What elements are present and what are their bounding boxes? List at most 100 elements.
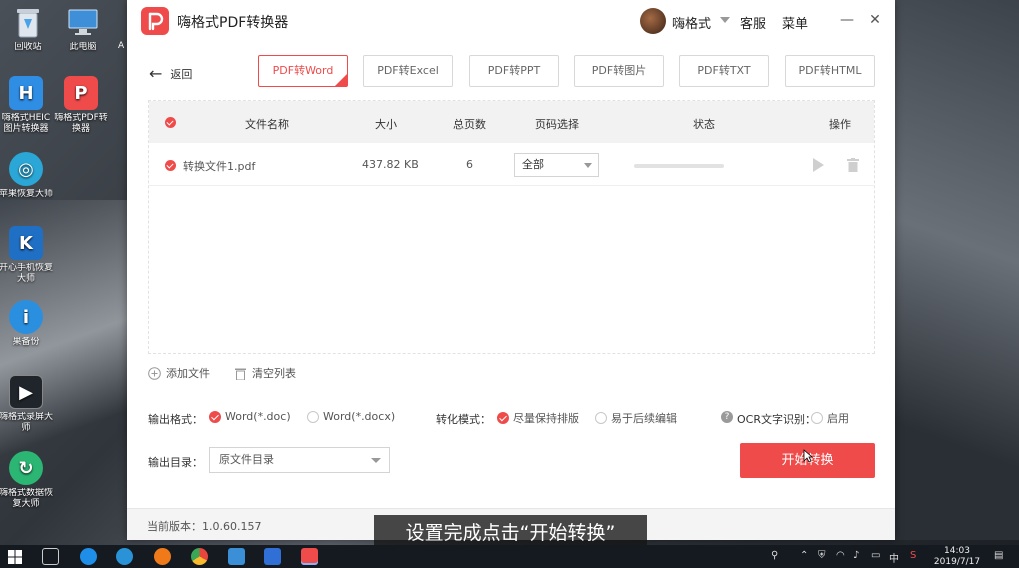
desktop-icon-label: 嗨格式PDF转换器: [54, 113, 108, 134]
plus-circle-icon: [148, 366, 161, 380]
tab-pdf-to-ppt[interactable]: PDF转PPT: [469, 55, 559, 87]
radio-dot: [811, 412, 823, 424]
app-title: 嗨格式PDF转换器: [177, 15, 289, 31]
page-range-select[interactable]: 全部: [514, 153, 599, 177]
edge-browser-icon[interactable]: [80, 548, 97, 565]
pdf-converter-icon: P: [64, 76, 98, 110]
apple-recovery-icon: ◎: [9, 152, 43, 186]
ocr-label: OCR文字识别：: [737, 413, 816, 426]
desktop-icon-phone-recovery[interactable]: K 开心手机恢复大师: [0, 226, 54, 285]
format-doc-radio[interactable]: Word(*.doc): [209, 410, 291, 423]
battery-icon[interactable]: ▭: [871, 550, 880, 561]
radio-dot: [595, 412, 607, 424]
file-name: 转换文件1.pdf: [183, 160, 256, 173]
mode-keep-layout-radio[interactable]: 尽量保持排版: [497, 410, 579, 426]
volume-icon[interactable]: ♪: [853, 550, 859, 561]
tab-pdf-to-html[interactable]: PDF转HTML: [785, 55, 875, 87]
tab-pdf-to-excel[interactable]: PDF转Excel: [363, 55, 453, 87]
trash-icon[interactable]: [847, 158, 859, 172]
desktop-icon-backup[interactable]: i 果备份: [0, 300, 54, 359]
clear-list-label: 清空列表: [252, 367, 296, 380]
network-app-icon[interactable]: [228, 548, 245, 565]
column-header-status: 状态: [693, 118, 715, 131]
desktop-icon-label: 苹果恢复大师: [0, 189, 53, 199]
username[interactable]: 嗨格式: [672, 13, 711, 32]
search-app-icon[interactable]: [116, 548, 133, 565]
output-format-label: 输出格式：: [148, 413, 203, 426]
file-size: 437.82 KB: [362, 158, 419, 171]
firefox-icon[interactable]: [154, 548, 171, 565]
tab-pdf-to-txt[interactable]: PDF转TXT: [679, 55, 769, 87]
desktop-icon-data-recovery[interactable]: ↻ 嗨格式数据恢复大师: [0, 451, 54, 510]
tab-label: PDF转图片: [591, 64, 647, 77]
desktop-icon-apple-recovery[interactable]: ◎ 苹果恢复大师: [0, 152, 54, 211]
radio-dot: [209, 410, 221, 423]
avatar[interactable]: [640, 8, 666, 34]
desktop-icon-screen-recorder[interactable]: ▶ 嗨格式录屏大师: [0, 375, 54, 434]
desktop-icon-recycle-bin[interactable]: 回收站: [0, 5, 56, 64]
ime-indicator[interactable]: 中: [889, 550, 899, 565]
arrow-left-icon: ←: [149, 64, 163, 83]
wps-icon[interactable]: [264, 548, 281, 565]
output-dir-select[interactable]: 原文件目录: [209, 447, 390, 473]
desktop-icon-this-pc[interactable]: 此电脑: [55, 5, 111, 64]
desktop-icon-label: 果备份: [12, 337, 40, 347]
notification-icon[interactable]: ▤: [994, 550, 1003, 561]
chevron-down-icon: [371, 458, 381, 463]
tab-label: PDF转PPT: [487, 64, 541, 77]
people-icon[interactable]: ⚲: [771, 550, 778, 561]
chevron-down-icon[interactable]: [720, 17, 730, 23]
wifi-icon[interactable]: ◠: [836, 550, 845, 561]
desktop-icon-label: 嗨格式HEIC图片转换器: [1, 113, 51, 134]
add-file-label: 添加文件: [166, 367, 210, 380]
shield-icon[interactable]: ⛨: [818, 550, 826, 561]
play-icon[interactable]: [813, 158, 824, 172]
chevron-up-icon[interactable]: ⌃: [800, 550, 808, 561]
task-view-icon[interactable]: [42, 548, 59, 565]
add-file-button[interactable]: 添加文件: [148, 365, 210, 381]
table-header: 文件名称 大小 总页数 页码选择 状态 操作: [149, 101, 874, 143]
radio-dot: [497, 412, 509, 424]
menu-link[interactable]: 菜单: [782, 13, 808, 32]
clock-date: 2019/7/17: [933, 557, 981, 567]
help-icon[interactable]: ?: [721, 411, 733, 423]
tab-label: PDF转Excel: [377, 64, 439, 77]
tab-pdf-to-word[interactable]: PDF转Word: [258, 55, 348, 87]
clear-list-button[interactable]: 清空列表: [234, 365, 296, 381]
table-row[interactable]: 转换文件1.pdf 437.82 KB 6 全部: [149, 144, 874, 186]
file-table: 文件名称 大小 总页数 页码选择 状态 操作 转换文件1.pdf 437.82 …: [148, 100, 875, 354]
chrome-icon[interactable]: [191, 548, 208, 565]
computer-icon: [66, 5, 100, 39]
ocr-enable-radio[interactable]: 启用: [811, 410, 849, 426]
desktop-icon-label: 开心手机恢复大师: [0, 263, 53, 284]
conversion-mode-label: 转化模式：: [436, 413, 491, 426]
screen-recorder-icon: ▶: [9, 375, 43, 409]
support-link[interactable]: 客服: [740, 13, 766, 32]
back-button[interactable]: ← 返回: [149, 64, 192, 83]
format-docx-radio[interactable]: Word(*.docx): [307, 410, 395, 423]
version-text: 当前版本：1.0.60.157: [147, 520, 262, 533]
app-logo-icon: [141, 7, 169, 35]
close-button[interactable]: ✕: [865, 10, 885, 30]
desktop-icon-label: 此电脑: [69, 42, 97, 52]
mode-easy-edit-radio[interactable]: 易于后续编辑: [595, 410, 677, 426]
tab-label: PDF转HTML: [798, 64, 862, 77]
radio-dot: [307, 410, 319, 423]
row-checkbox[interactable]: [165, 160, 176, 171]
tab-pdf-to-image[interactable]: PDF转图片: [574, 55, 664, 87]
format-docx-label: Word(*.docx): [323, 410, 396, 423]
windows-start-icon[interactable]: [8, 550, 22, 567]
page-range-value: 全部: [522, 158, 544, 171]
system-clock[interactable]: 14:03 2019/7/17: [932, 546, 982, 568]
mode-easy-edit-label: 易于后续编辑: [611, 412, 677, 425]
pdf-converter-taskbar-icon[interactable]: [301, 548, 318, 565]
ocr-enable-label: 启用: [827, 412, 849, 425]
tab-label: PDF转Word: [272, 64, 334, 77]
desktop-icon-pdf-converter[interactable]: P 嗨格式PDF转换器: [53, 76, 109, 135]
minimize-button[interactable]: —: [837, 10, 857, 30]
select-all-checkbox[interactable]: [165, 117, 176, 128]
desktop-icon-heic-converter[interactable]: H 嗨格式HEIC图片转换器: [0, 76, 54, 135]
taskbar: ⚲ ⌃ ⛨ ◠ ♪ ▭ 中 S 14:03 2019/7/17 ▤: [0, 545, 1019, 568]
page-count: 6: [466, 158, 473, 171]
sogou-icon[interactable]: S: [910, 550, 916, 561]
